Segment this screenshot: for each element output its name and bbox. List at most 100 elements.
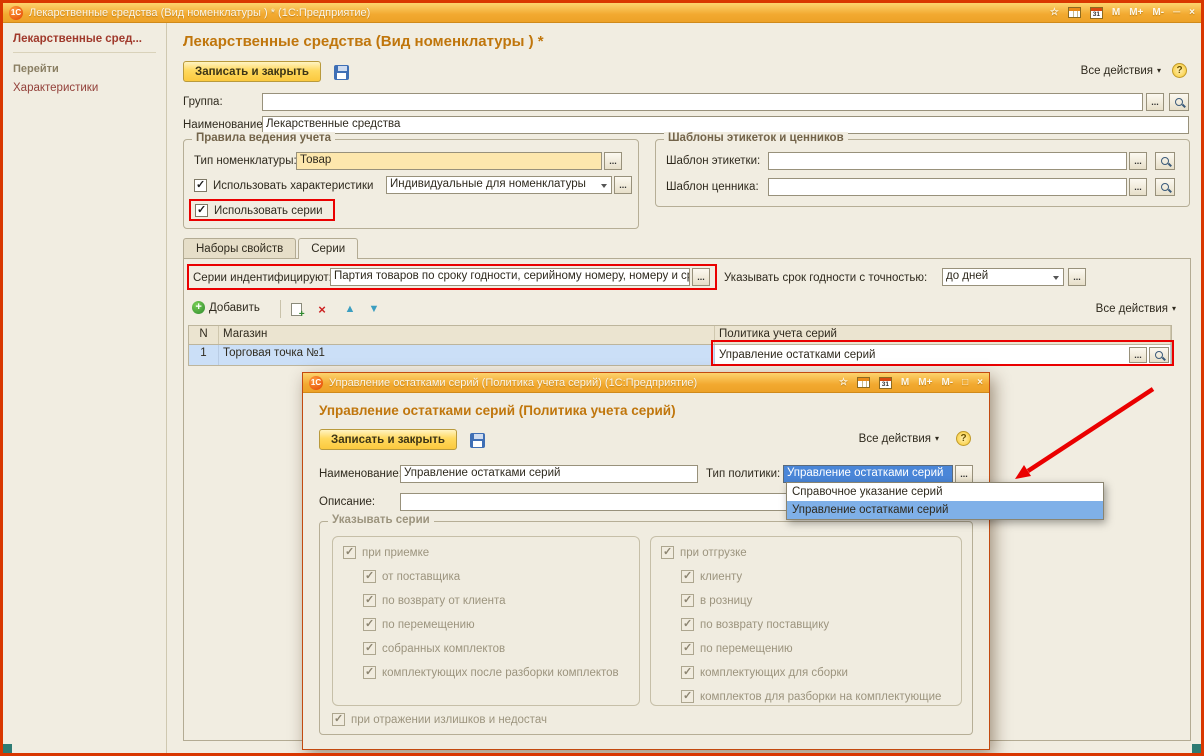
favorites-star-icon[interactable]: ☆ xyxy=(1050,8,1059,18)
price-template-input[interactable] xyxy=(768,178,1127,196)
policy-search-button[interactable] xyxy=(1149,347,1169,363)
use-series-row: Использовать серии xyxy=(195,203,323,218)
memory-m-button[interactable]: М xyxy=(901,378,909,388)
shipment-item-row: по перемещению xyxy=(681,641,793,656)
policy-type-combo[interactable]: Управление остатками серий xyxy=(783,465,953,483)
move-up-button[interactable]: ▲ xyxy=(340,299,360,319)
maximize-button[interactable]: □ xyxy=(962,378,968,388)
1c-logo-icon[interactable]: 1С xyxy=(9,6,23,20)
characteristics-mode-combo[interactable]: Индивидуальные для номенклатуры xyxy=(386,176,612,194)
modal-name-label: Наименование: xyxy=(319,468,402,480)
sidebar-item-characteristics[interactable]: Характеристики xyxy=(13,82,98,94)
tab-bar: Наборы свойств Серии xyxy=(183,238,360,259)
templates-legend: Шаблоны этикеток и ценников xyxy=(664,132,848,144)
add-button[interactable]: +Добавить xyxy=(192,301,260,314)
column-store[interactable]: Магазин xyxy=(219,326,715,344)
add-label: Добавить xyxy=(209,302,260,314)
receipt-item-label: комплектующих после разборки комплектов xyxy=(382,667,619,679)
price-template-search-button[interactable] xyxy=(1155,178,1175,196)
chevron-down-icon: ▾ xyxy=(1157,67,1161,75)
modal-name-input[interactable]: Управление остатками серий xyxy=(400,465,698,483)
copy-button[interactable] xyxy=(286,299,306,319)
use-series-label: Использовать серии xyxy=(214,205,323,217)
resize-grip-right[interactable] xyxy=(1192,744,1201,753)
save-close-button[interactable]: Записать и закрыть xyxy=(183,61,321,82)
receipt-item-label: по возврату от клиента xyxy=(382,595,506,607)
checkbox xyxy=(681,690,694,703)
policy-type-ellipsis-button[interactable]: ... xyxy=(955,465,973,483)
save-button[interactable] xyxy=(331,62,351,82)
close-button[interactable]: × xyxy=(977,378,983,388)
memory-mplus-button[interactable]: М+ xyxy=(1129,8,1143,18)
list-all-actions-button[interactable]: Все действия▾ xyxy=(1096,303,1176,315)
dropdown-option[interactable]: Справочное указание серий xyxy=(787,483,1103,501)
combo-arrow-icon xyxy=(1053,276,1059,280)
memory-mplus-button[interactable]: М+ xyxy=(918,378,932,388)
modal-titlebar-buttons: ☆ 31 М М+ М- □ × xyxy=(839,377,983,389)
delete-button[interactable]: × xyxy=(312,299,332,319)
dropdown-option-selected[interactable]: Управление остатками серий xyxy=(787,501,1103,519)
main-titlebar: 1С Лекарственные средства (Вид номенклат… xyxy=(3,3,1201,23)
modal-save-button[interactable] xyxy=(467,430,487,450)
receipt-group: при приемке от поставщика по возврату от… xyxy=(332,536,640,706)
copy-icon xyxy=(291,303,302,316)
sidebar-section-label: Перейти xyxy=(13,63,156,75)
surplus-label: при отражении излишков и недостач xyxy=(351,714,547,726)
modal-titlebar: 1С Управление остатками серий (Политика … xyxy=(303,373,989,393)
surplus-checkbox xyxy=(332,713,345,726)
up-arrow-icon: ▲ xyxy=(345,304,356,315)
1c-logo-icon[interactable]: 1С xyxy=(309,376,323,390)
service-menu-icon[interactable] xyxy=(857,377,870,388)
service-menu-icon[interactable] xyxy=(1068,7,1081,18)
nomenclature-type-input[interactable]: Товар xyxy=(296,152,602,170)
modal-help-button[interactable]: ? xyxy=(956,431,971,446)
description-input[interactable] xyxy=(400,493,792,511)
policy-value: Управление остатками серий xyxy=(719,349,1127,361)
column-n[interactable]: N xyxy=(189,326,219,344)
receipt-item-label: по перемещению xyxy=(382,619,475,631)
modal-all-actions-button[interactable]: Все действия▾ xyxy=(859,433,939,445)
group-search-button[interactable] xyxy=(1169,93,1189,111)
series-identify-input[interactable]: Партия товаров по сроку годности, серийн… xyxy=(330,268,690,286)
receipt-item-row: комплектующих после разборки комплектов xyxy=(363,665,619,680)
shipment-checkbox xyxy=(661,546,674,559)
label-template-ellipsis-button[interactable]: ... xyxy=(1129,152,1147,170)
resize-grip-left[interactable] xyxy=(3,744,12,753)
tab-series[interactable]: Серии xyxy=(298,238,358,259)
table-row[interactable]: 1 Торговая точка №1 Управление остатками… xyxy=(189,345,1171,365)
use-series-checkbox[interactable] xyxy=(195,204,208,217)
calendar-icon[interactable]: 31 xyxy=(879,377,892,389)
minimize-button[interactable]: ─ xyxy=(1173,8,1180,18)
label-template-input[interactable] xyxy=(768,152,1127,170)
use-characteristics-checkbox[interactable] xyxy=(194,179,207,192)
help-button[interactable]: ? xyxy=(1172,63,1187,78)
checkbox xyxy=(363,666,376,679)
column-policy[interactable]: Политика учета серий xyxy=(715,326,1171,344)
group-ellipsis-button[interactable]: ... xyxy=(1146,93,1164,111)
move-down-button[interactable]: ▼ xyxy=(364,299,384,319)
expiration-combo[interactable]: до дней xyxy=(942,268,1064,286)
favorites-star-icon[interactable]: ☆ xyxy=(839,378,848,388)
description-label: Описание: xyxy=(319,496,375,508)
magnifier-icon xyxy=(1161,157,1169,165)
memory-mminus-button[interactable]: М- xyxy=(941,378,953,388)
modal-save-close-button[interactable]: Записать и закрыть xyxy=(319,429,457,450)
expiration-ellipsis-button[interactable]: ... xyxy=(1068,268,1086,286)
all-actions-button[interactable]: Все действия▾ xyxy=(1081,65,1161,77)
label-template-search-button[interactable] xyxy=(1155,152,1175,170)
price-template-ellipsis-button[interactable]: ... xyxy=(1129,178,1147,196)
rules-fieldset: Правила ведения учета Тип номенклатуры: … xyxy=(183,139,639,229)
memory-m-button[interactable]: М xyxy=(1112,8,1120,18)
close-button[interactable]: × xyxy=(1189,8,1195,18)
type-ellipsis-button[interactable]: ... xyxy=(604,152,622,170)
series-identify-ellipsis-button[interactable]: ... xyxy=(692,268,710,286)
tab-property-sets[interactable]: Наборы свойств xyxy=(183,238,296,258)
memory-mminus-button[interactable]: М- xyxy=(1152,8,1164,18)
cell-policy[interactable]: Управление остатками серий ... xyxy=(715,345,1171,365)
checkbox xyxy=(363,642,376,655)
group-input[interactable] xyxy=(262,93,1143,111)
calendar-icon[interactable]: 31 xyxy=(1090,7,1103,19)
policy-ellipsis-button[interactable]: ... xyxy=(1129,347,1147,363)
calendar-day: 31 xyxy=(880,381,891,388)
characteristics-ellipsis-button[interactable]: ... xyxy=(614,176,632,194)
